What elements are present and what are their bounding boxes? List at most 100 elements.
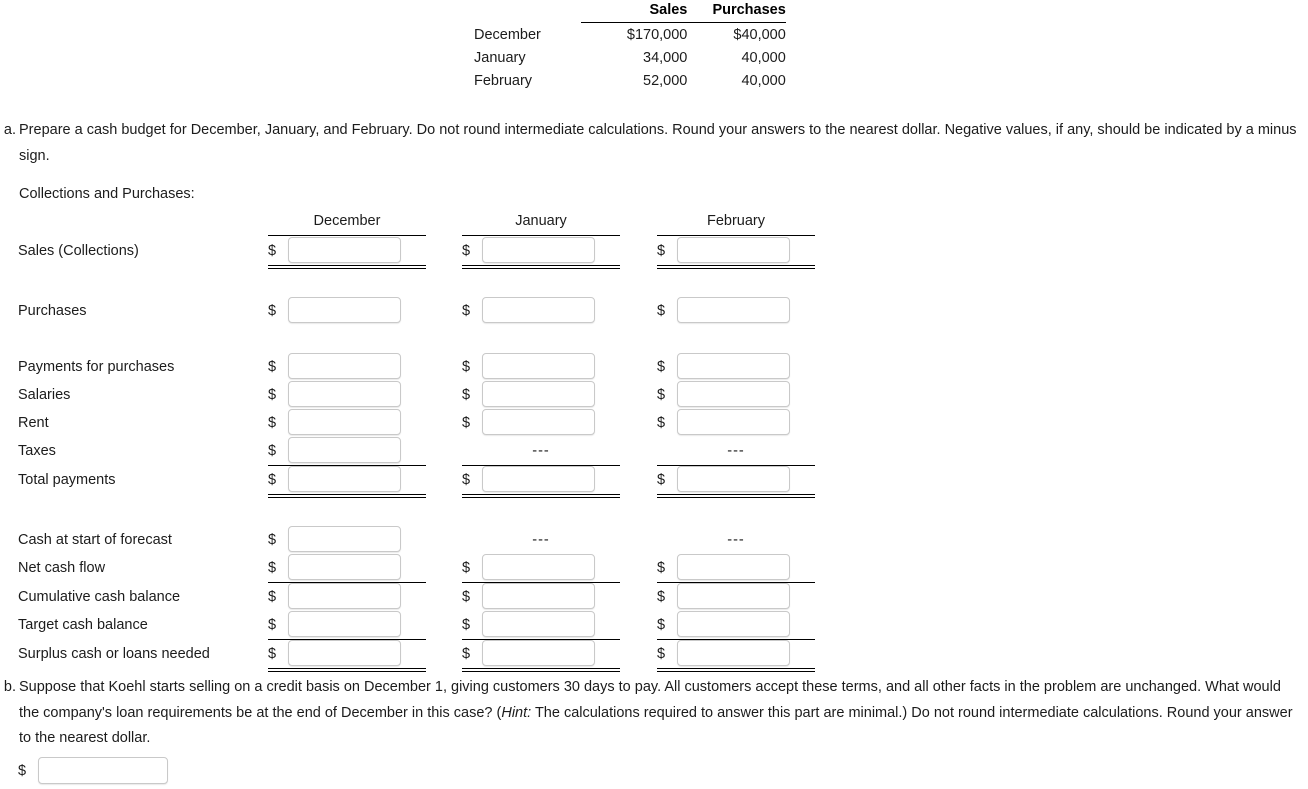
currency-symbol: $ (462, 359, 471, 375)
input-cumulative-cash-balance-february[interactable] (677, 583, 790, 609)
table-row: December $170,000 $40,000 (474, 23, 786, 47)
input-net-cash-flow-february[interactable] (677, 554, 790, 580)
cell-taxes-january: --- (462, 437, 634, 465)
cell-sales-collections-february: $ (657, 237, 829, 265)
cell-surplus-february: $ (657, 640, 829, 668)
input-sales-collections-february[interactable] (677, 237, 790, 263)
input-net-cash-flow-december[interactable] (288, 554, 401, 580)
input-salaries-january[interactable] (482, 381, 595, 407)
input-payments-for-purchases-february[interactable] (677, 353, 790, 379)
input-salaries-december[interactable] (288, 381, 401, 407)
currency-symbol: $ (462, 415, 471, 431)
question-a-text: Prepare a cash budget for December, Janu… (19, 122, 1297, 164)
row-label-rent: Rent (18, 415, 49, 431)
input-target-cash-balance-january[interactable] (482, 611, 595, 637)
input-cumulative-cash-balance-january[interactable] (482, 583, 595, 609)
given-table-header-blank (474, 2, 581, 23)
cell-cash-at-start-february: --- (657, 526, 829, 554)
input-total-payments-february[interactable] (677, 466, 790, 492)
input-rent-february[interactable] (677, 409, 790, 435)
input-cumulative-cash-balance-december[interactable] (288, 583, 401, 609)
cell-cumulative-december: $ (268, 583, 440, 611)
currency-symbol: $ (657, 243, 666, 259)
input-rent-december[interactable] (288, 409, 401, 435)
currency-symbol: $ (268, 532, 277, 548)
cell-target-february: $ (657, 611, 829, 639)
currency-symbol: $ (462, 589, 471, 605)
input-answer-b[interactable] (38, 757, 168, 784)
row-label-cash-at-start: Cash at start of forecast (18, 532, 172, 548)
input-sales-collections-january[interactable] (482, 237, 595, 263)
column-header-february: February (706, 213, 766, 229)
currency-symbol: $ (268, 646, 277, 662)
input-sales-collections-december[interactable] (288, 237, 401, 263)
budget-row-surplus-or-loans: Surplus cash or loans needed $ $ $ (0, 640, 1308, 668)
currency-symbol: $ (268, 359, 277, 375)
input-cash-at-start-december[interactable] (288, 526, 401, 552)
currency-symbol: $ (657, 589, 666, 605)
question-b-label: b. (3, 679, 16, 695)
row-label-purchases: Purchases (18, 303, 87, 319)
budget-row-cash-at-start: Cash at start of forecast $ --- --- (0, 526, 1308, 554)
currency-symbol: $ (268, 303, 277, 319)
rule-double-final-february (657, 668, 815, 672)
cell-total-payments-december: $ (268, 466, 440, 494)
given-row-purchases: 40,000 (741, 50, 786, 66)
question-a: a. Prepare a cash budget for December, J… (0, 118, 1300, 169)
budget-row-salaries: Salaries $ $ $ (0, 381, 1308, 409)
input-taxes-december[interactable] (288, 437, 401, 463)
cell-surplus-january: $ (462, 640, 634, 668)
given-row-month: December (474, 26, 541, 43)
input-net-cash-flow-january[interactable] (482, 554, 595, 580)
currency-symbol: $ (462, 243, 471, 259)
cell-sales-collections-december: $ (268, 237, 440, 265)
currency-symbol: $ (268, 415, 277, 431)
row-label-payments-for-purchases: Payments for purchases (18, 359, 175, 375)
cell-rent-february: $ (657, 409, 829, 437)
budget-row-purchases: Purchases $ $ $ (0, 297, 1308, 325)
input-purchases-january[interactable] (482, 297, 595, 323)
dash-placeholder-cash-at-start-january: --- (532, 532, 550, 548)
cell-cash-at-start-january: --- (462, 526, 634, 554)
cell-rent-january: $ (462, 409, 634, 437)
given-row-sales: 34,000 (643, 50, 688, 66)
input-payments-for-purchases-january[interactable] (482, 353, 595, 379)
question-a-label: a. (3, 122, 16, 138)
budget-row-payments-for-purchases: Payments for purchases $ $ $ (0, 353, 1308, 381)
given-row-sales: $170,000 (626, 27, 688, 43)
budget-header-row: December January February (0, 210, 1308, 235)
input-rent-january[interactable] (482, 409, 595, 435)
input-surplus-or-loans-december[interactable] (288, 640, 401, 666)
section-heading-collections-purchases: Collections and Purchases: (19, 186, 195, 202)
input-target-cash-balance-december[interactable] (288, 611, 401, 637)
cell-surplus-december: $ (268, 640, 440, 668)
input-salaries-february[interactable] (677, 381, 790, 407)
dash-placeholder-taxes-february: --- (727, 443, 745, 459)
cell-salaries-february: $ (657, 381, 829, 409)
input-surplus-or-loans-february[interactable] (677, 640, 790, 666)
cell-total-payments-february: $ (657, 466, 829, 494)
given-table-header-sales: Sales (580, 2, 688, 23)
input-surplus-or-loans-january[interactable] (482, 640, 595, 666)
input-payments-for-purchases-december[interactable] (288, 353, 401, 379)
currency-symbol: $ (657, 472, 666, 488)
budget-row-target-cash-balance: Target cash balance $ $ $ (0, 611, 1308, 639)
budget-row-total-payments: Total payments $ $ $ (0, 466, 1308, 494)
input-target-cash-balance-february[interactable] (677, 611, 790, 637)
rule-double-total-december (268, 494, 426, 498)
currency-symbol: $ (268, 472, 277, 488)
input-total-payments-january[interactable] (482, 466, 595, 492)
rule-double-sales-february (657, 265, 815, 269)
input-total-payments-december[interactable] (288, 466, 401, 492)
input-purchases-february[interactable] (677, 297, 790, 323)
currency-symbol: $ (657, 303, 666, 319)
cell-cumulative-february: $ (657, 583, 829, 611)
budget-row-net-cash-flow: Net cash flow $ $ $ (0, 554, 1308, 582)
row-label-target-cash-balance: Target cash balance (18, 617, 148, 633)
input-purchases-december[interactable] (288, 297, 401, 323)
cell-taxes-february: --- (657, 437, 829, 465)
rule-double-total-february (657, 494, 815, 498)
rule-double-sales-january (462, 265, 620, 269)
